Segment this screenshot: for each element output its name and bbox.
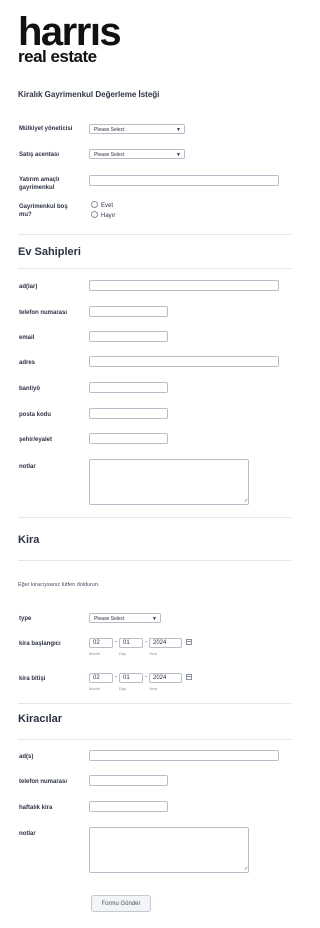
logo-harris: harrıs [18, 10, 122, 54]
chevron-down-icon: ▼ [152, 616, 157, 622]
owners-city-input[interactable] [89, 433, 168, 444]
owners-suburb-label: banliyö [19, 386, 41, 392]
date-separator: - [115, 674, 117, 680]
submit-button[interactable]: Formu Gönder [91, 895, 151, 912]
tenants-notes-label: notlar [19, 831, 36, 837]
date-separator: - [145, 639, 147, 645]
divider [18, 703, 292, 704]
sales-agent-select[interactable]: Please Select ▼ [89, 149, 185, 159]
year-sublabel: Year [149, 686, 158, 691]
tenants-phone-input[interactable] [89, 775, 168, 786]
property-manager-select[interactable]: Please Select ▼ [89, 124, 185, 134]
owners-phone-label: telefon numarası [19, 310, 68, 316]
owners-name-label: ad(lar) [19, 284, 38, 290]
divider [18, 268, 292, 269]
lease-type-value: Please Select [94, 616, 125, 622]
month-sublabel: Month [89, 686, 101, 691]
tenants-weekly-rent-input[interactable] [89, 801, 168, 812]
lease-note: Eğer kiracıysanız lütfen doldurun. [18, 582, 100, 588]
form-title: Kiralık Gayrimenkul Değerleme İsteği [18, 90, 160, 99]
date-separator: - [145, 674, 147, 680]
divider [18, 560, 292, 561]
property-manager-label: Mülkiyet yöneticisi [19, 126, 73, 132]
lease-type-select[interactable]: Please Select ▼ [89, 613, 161, 623]
divider [18, 739, 292, 740]
chevron-down-icon: ▼ [176, 127, 181, 133]
tenants-phone-label: telefon numarası [19, 779, 68, 785]
lease-end-label: kira bitişi [19, 676, 46, 682]
owners-email-label: email [19, 335, 35, 341]
lease-start-year[interactable]: 2024 [149, 638, 182, 648]
lease-start-day[interactable]: 01 [119, 638, 143, 648]
chevron-down-icon: ▼ [176, 152, 181, 158]
radio-icon [91, 211, 98, 218]
owners-name-input[interactable] [89, 280, 279, 291]
owners-suburb-input[interactable] [89, 382, 168, 393]
owners-postcode-label: posta kodu [19, 412, 52, 418]
tenants-name-input[interactable] [89, 750, 279, 761]
sales-agent-label: Satış acentası [19, 152, 60, 158]
owners-heading: Ev Sahipleri [18, 246, 81, 258]
divider [18, 517, 292, 518]
tenants-heading: Kiracılar [18, 713, 63, 725]
day-sublabel: Day [119, 686, 127, 691]
lease-start-label: kira başlangıcı [19, 641, 61, 647]
lease-end-year[interactable]: 2024 [149, 673, 182, 683]
owners-notes-textarea[interactable]: ∕∕ [89, 459, 249, 505]
property-manager-value: Please Select [94, 127, 125, 133]
vacant-label: Gayrimenkul boş mu? [19, 204, 68, 218]
year-sublabel: Year [149, 651, 158, 656]
resize-grip-icon[interactable]: ∕∕ [245, 499, 247, 504]
radio-option-hayir[interactable]: Hayır [91, 211, 115, 220]
investment-input[interactable] [89, 175, 279, 186]
month-sublabel: Month [89, 651, 101, 656]
owners-phone-input[interactable] [89, 306, 168, 317]
tenants-notes-textarea[interactable]: ∕∕ [89, 827, 249, 873]
owners-email-input[interactable] [89, 331, 168, 342]
lease-start-month[interactable]: 02 [89, 638, 113, 648]
owners-notes-label: notlar [19, 464, 36, 470]
resize-grip-icon[interactable]: ∕∕ [245, 867, 247, 872]
radio-label-hayir: Hayır [101, 213, 116, 219]
day-sublabel: Day [119, 651, 127, 656]
owners-city-label: şehir/eyalet [19, 437, 53, 443]
logo-real-estate: real estate [18, 47, 97, 66]
owners-address-input[interactable] [89, 356, 279, 367]
divider [18, 234, 292, 235]
date-separator: - [115, 639, 117, 645]
lease-end-month[interactable]: 02 [89, 673, 113, 683]
investment-label: Yatırım amaçlı gayrimenkul [19, 177, 60, 191]
calendar-icon[interactable] [186, 674, 192, 680]
owners-address-label: adres [19, 360, 36, 366]
lease-type-label: type [19, 616, 32, 622]
owners-postcode-input[interactable] [89, 408, 168, 419]
radio-label-evet: Evet [101, 203, 114, 209]
tenants-name-label: ad(s) [19, 754, 34, 760]
calendar-icon[interactable] [186, 639, 192, 645]
radio-icon [91, 201, 98, 208]
sales-agent-value: Please Select [94, 152, 125, 158]
tenants-weekly-rent-label: haftalık kira [19, 805, 53, 811]
lease-end-day[interactable]: 01 [119, 673, 143, 683]
radio-option-evet[interactable]: Evet [91, 201, 113, 210]
lease-heading: Kira [18, 534, 40, 546]
